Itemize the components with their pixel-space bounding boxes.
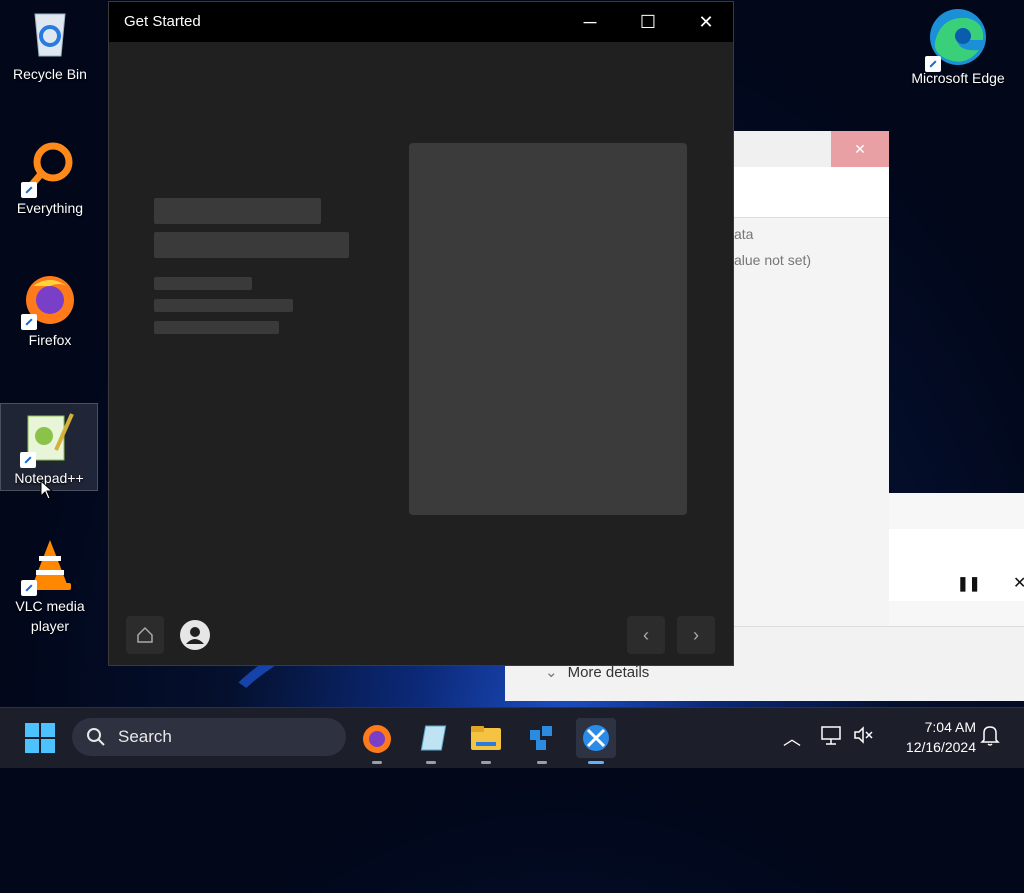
start-button[interactable]	[24, 722, 56, 754]
notepad-plus-plus-icon	[20, 410, 76, 468]
recycle-bin-icon	[23, 6, 77, 60]
shortcut-arrow-icon	[20, 452, 36, 468]
home-icon	[137, 626, 153, 643]
taskbar-file-explorer[interactable]	[466, 718, 506, 764]
pause-icon[interactable]: ❚❚	[957, 575, 980, 592]
running-indicator	[537, 761, 547, 764]
chevron-right-icon: ›	[693, 625, 699, 645]
loading-placeholder-image	[409, 143, 687, 515]
window-titlebar[interactable]: Get Started ─ ☐ ✕	[109, 2, 733, 42]
loading-placeholder-line	[154, 299, 293, 312]
clock-time: 7:04 AM	[924, 719, 976, 735]
running-indicator	[481, 761, 491, 764]
file-explorer-icon	[471, 726, 501, 750]
shortcut-arrow-icon	[925, 56, 941, 72]
loading-placeholder-line	[154, 321, 279, 334]
taskbar-search-box[interactable]: Search	[72, 718, 346, 756]
everything-search-icon	[21, 140, 77, 198]
windows-logo-icon	[25, 723, 55, 753]
desktop-icon-vlc[interactable]: VLC media player	[2, 538, 98, 648]
shortcut-arrow-icon	[21, 314, 37, 330]
close-icon[interactable]: ✕	[1013, 573, 1024, 593]
background-media-window[interactable]: ❚❚ ✕	[889, 493, 1024, 629]
chevron-down-icon: ⌄	[545, 664, 558, 681]
home-button[interactable]	[126, 616, 164, 654]
volume-muted-icon[interactable]	[852, 724, 874, 751]
vlc-icon	[21, 538, 77, 596]
registry-value-text: alue not set)	[734, 252, 812, 268]
running-indicator	[426, 761, 436, 764]
firefox-icon	[363, 725, 391, 753]
desktop-icon-label: VLC media player	[15, 598, 85, 634]
shortcut-arrow-icon	[21, 580, 37, 596]
taskbar-firefox[interactable]	[357, 718, 397, 764]
account-avatar[interactable]	[180, 620, 210, 650]
taskbar: Search ︿ 7:04 AM 12/16/2024	[0, 707, 1024, 768]
deploy-icon	[530, 726, 552, 750]
shortcut-arrow-icon	[21, 182, 37, 198]
desktop-icon-recycle-bin[interactable]: Recycle Bin	[2, 6, 98, 92]
search-label: Search	[118, 727, 172, 746]
chevron-up-icon[interactable]: ︿	[783, 725, 801, 751]
get-started-icon	[583, 725, 609, 751]
minimize-button[interactable]: ─	[561, 2, 619, 42]
system-clock[interactable]: 7:04 AM 12/16/2024	[880, 717, 976, 757]
firefox-icon	[21, 272, 77, 330]
get-started-window[interactable]: Get Started ─ ☐ ✕ ‹ ›	[108, 1, 734, 666]
background-window-toolbar	[734, 167, 889, 218]
loading-placeholder-heading	[154, 198, 321, 224]
person-icon	[186, 627, 204, 644]
mouse-cursor-icon	[40, 480, 54, 500]
desktop-icon-label: Everything	[16, 200, 84, 216]
notification-bell-icon[interactable]	[980, 724, 1000, 751]
active-indicator	[588, 761, 604, 764]
desktop-icon-label: Firefox	[28, 332, 72, 348]
close-icon[interactable]: ✕	[831, 131, 889, 167]
loading-placeholder-heading	[154, 232, 349, 258]
desktop-icon-edge[interactable]: Microsoft Edge	[910, 6, 1006, 116]
desktop-icon-everything[interactable]: Everything	[2, 140, 98, 226]
background-window[interactable]: ✕ ata alue not set)	[734, 131, 889, 639]
desktop-icon-label: Microsoft Edge	[911, 70, 1005, 86]
notepad-icon	[420, 725, 447, 751]
taskbar-notepad[interactable]	[411, 718, 451, 764]
maximize-button[interactable]: ☐	[619, 2, 677, 42]
close-button[interactable]: ✕	[677, 2, 735, 42]
network-icon[interactable]	[820, 724, 842, 751]
background-window-titlebar[interactable]: ✕	[734, 131, 889, 167]
window-title: Get Started	[124, 13, 201, 30]
edge-icon	[925, 6, 989, 72]
desktop-icon-firefox[interactable]: Firefox	[2, 272, 98, 358]
next-button[interactable]: ›	[677, 616, 715, 654]
running-indicator	[372, 761, 382, 764]
media-controls: ❚❚ ✕	[889, 529, 1024, 601]
desktop-icon-notepad-plus-plus[interactable]: Notepad++	[0, 403, 98, 491]
previous-button[interactable]: ‹	[627, 616, 665, 654]
chevron-left-icon: ‹	[643, 625, 649, 645]
desktop-icon-label: Recycle Bin	[13, 66, 87, 82]
registry-value-text: ata	[734, 226, 754, 242]
loading-placeholder-line	[154, 277, 252, 290]
search-icon	[87, 728, 105, 746]
taskbar-get-started[interactable]	[576, 718, 616, 764]
taskbar-deploy-app[interactable]	[522, 718, 562, 764]
clock-date: 12/16/2024	[905, 739, 976, 755]
